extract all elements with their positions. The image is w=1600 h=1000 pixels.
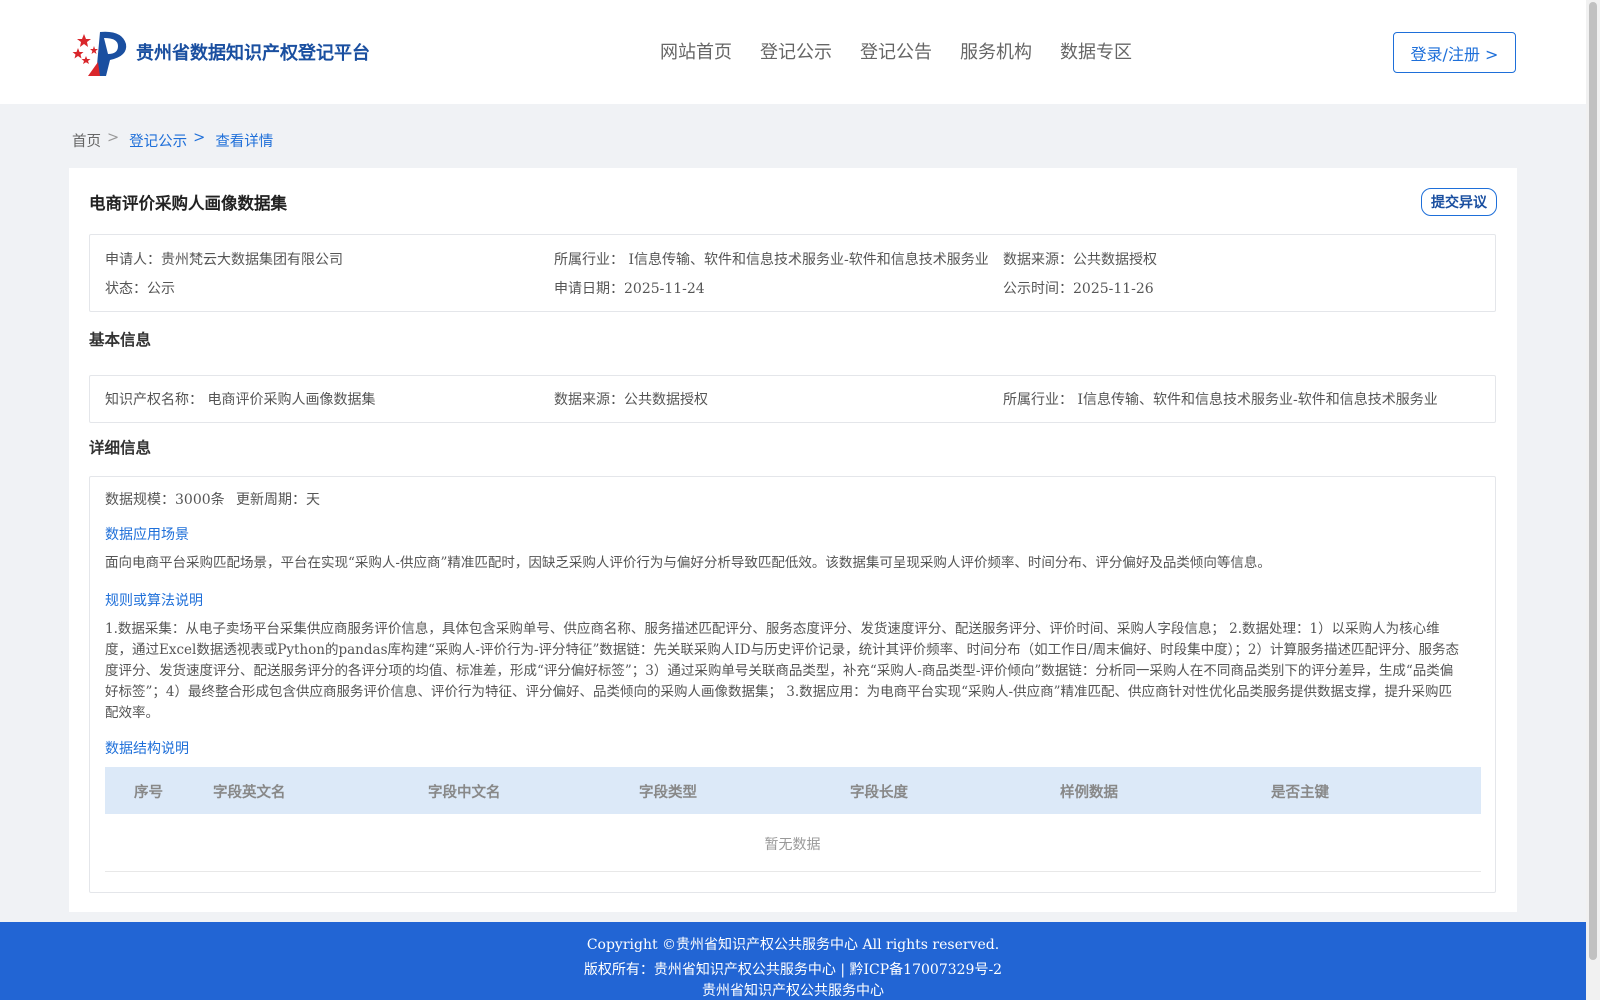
breadcrumb-view-detail: 查看详情 [215, 134, 274, 150]
ip-name-value: 电商评价采购人画像数据集 [207, 392, 376, 408]
publish-date-field: 公示时间：2025-11-26 [1003, 278, 1154, 298]
breadcrumb: 首页 > 登记公示 > 查看详情 [72, 130, 279, 151]
logo-emblem-icon [72, 31, 127, 76]
basic-industry-field: 所属行业： I信息传输、软件和信息技术服务业-软件和信息技术服务业 [1003, 389, 1438, 409]
col-field-length: 字段长度 [850, 784, 908, 801]
col-field-cn: 字段中文名 [428, 784, 501, 801]
col-primary-key: 是否主键 [1271, 784, 1329, 801]
footer-organization: 贵州省知识产权公共服务中心 [702, 983, 884, 999]
update-cycle-field: 更新周期：天 [236, 489, 320, 509]
status-value: 公示 [147, 281, 175, 297]
ip-name-field: 知识产权名称： 电商评价采购人画像数据集 [105, 389, 375, 409]
record-detail-card: 电商评价采购人画像数据集 提交异议 申请人：贵州梵云大数据集团有限公司 所属行业… [69, 168, 1517, 912]
industry-value: I信息传输、软件和信息技术服务业-软件和信息技术服务业 [628, 252, 989, 268]
basic-info-box: 知识产权名称： 电商评价采购人画像数据集 数据来源：公共数据授权 所属行业： I… [89, 375, 1496, 423]
scenario-heading: 数据应用场景 [105, 527, 189, 543]
table-divider [105, 871, 1481, 872]
nav-registration-announcement[interactable]: 登记公告 [860, 38, 932, 64]
main-nav: 网站首页 登记公示 登记公告 服务机构 数据专区 [660, 38, 1160, 64]
table-header-row: 序号 字段英文名 字段中文名 字段类型 字段长度 样例数据 是否主键 [105, 767, 1481, 814]
applicant-value: 贵州梵云大数据集团有限公司 [161, 252, 343, 268]
nav-home[interactable]: 网站首页 [660, 38, 732, 64]
applicant-label: 申请人： [105, 252, 161, 268]
basic-industry-label: 所属行业： [1003, 392, 1073, 408]
source-field: 数据来源：公共数据授权 [1003, 249, 1157, 269]
nav-data-zone[interactable]: 数据专区 [1060, 38, 1132, 64]
basic-industry-value: I信息传输、软件和信息技术服务业-软件和信息技术服务业 [1077, 392, 1438, 408]
publish-date-label: 公示时间： [1003, 281, 1073, 297]
breadcrumb-separator: > [107, 130, 120, 146]
data-scale-value: 3000条 [175, 492, 225, 508]
col-field-type: 字段类型 [639, 784, 697, 801]
nav-service-agencies[interactable]: 服务机构 [960, 38, 1032, 64]
basic-source-value: 公共数据授权 [624, 392, 708, 408]
source-label: 数据来源： [1003, 252, 1073, 268]
footer-copyright: Copyright ©贵州省知识产权公共服务中心 All rights rese… [586, 937, 1000, 953]
col-index: 序号 [134, 784, 163, 801]
site-title: 贵州省数据知识产权登记平台 [136, 43, 370, 64]
page-scrollbar[interactable] [1586, 0, 1600, 1000]
scrollbar-thumb[interactable] [1589, 2, 1597, 960]
source-value: 公共数据授权 [1073, 252, 1157, 268]
status-label: 状态： [105, 281, 147, 297]
industry-field: 所属行业： I信息传输、软件和信息技术服务业-软件和信息技术服务业 [554, 249, 989, 269]
detail-info-heading: 详细信息 [89, 438, 152, 457]
col-field-en: 字段英文名 [213, 784, 286, 801]
industry-label: 所属行业： [554, 252, 624, 268]
basic-info-heading: 基本信息 [89, 330, 152, 349]
structure-heading: 数据结构说明 [105, 741, 189, 757]
breadcrumb-separator: > [193, 130, 206, 146]
breadcrumb-registration-notice[interactable]: 登记公示 [129, 130, 187, 151]
publish-date-value: 2025-11-26 [1073, 281, 1154, 297]
col-sample-data: 样例数据 [1060, 784, 1118, 801]
rules-heading: 规则或算法说明 [105, 593, 203, 609]
apply-date-value: 2025-11-24 [624, 281, 705, 297]
record-title: 电商评价采购人画像数据集 [89, 194, 287, 213]
rules-text: 1.数据采集：从电子卖场平台采集供应商服务评价信息，具体包含采购单号、供应商名称… [105, 621, 1459, 721]
update-cycle-label: 更新周期： [236, 492, 306, 508]
ip-name-label: 知识产权名称： [105, 392, 203, 408]
login-register-button[interactable]: 登录/注册 > [1393, 32, 1516, 73]
nav-registration-notice[interactable]: 登记公示 [760, 38, 832, 64]
scenario-text: 面向电商平台采购匹配场景，平台在实现“采购人-供应商”精准匹配时，因缺乏采购人评… [105, 555, 1271, 571]
applicant-field: 申请人：贵州梵云大数据集团有限公司 [105, 249, 343, 269]
table-empty-text: 暂无数据 [764, 837, 821, 853]
top-header: 贵州省数据知识产权登记平台 网站首页 登记公示 登记公告 服务机构 数据专区 登… [0, 0, 1586, 104]
apply-date-field: 申请日期：2025-11-24 [554, 278, 705, 298]
detail-info-box: 数据规模：3000条 更新周期：天 数据应用场景 面向电商平台采购匹配场景，平台… [89, 476, 1496, 893]
submit-objection-button[interactable]: 提交异议 [1421, 188, 1497, 216]
breadcrumb-home[interactable]: 首页 [72, 130, 101, 151]
site-footer: Copyright ©贵州省知识产权公共服务中心 All rights rese… [0, 922, 1586, 1000]
site-logo[interactable]: 贵州省数据知识产权登记平台 [70, 26, 370, 78]
status-field: 状态：公示 [105, 278, 175, 298]
data-scale-label: 数据规模： [105, 492, 175, 508]
update-cycle-value: 天 [306, 492, 320, 508]
basic-source-label: 数据来源： [554, 392, 624, 408]
data-scale-field: 数据规模：3000条 [105, 489, 225, 509]
basic-source-field: 数据来源：公共数据授权 [554, 389, 708, 409]
summary-box: 申请人：贵州梵云大数据集团有限公司 所属行业： I信息传输、软件和信息技术服务业… [89, 234, 1496, 312]
apply-date-label: 申请日期： [554, 281, 624, 297]
footer-rights-icp: 版权所有：贵州省知识产权公共服务中心 | 黔ICP备17007329号-2 [583, 962, 1003, 978]
